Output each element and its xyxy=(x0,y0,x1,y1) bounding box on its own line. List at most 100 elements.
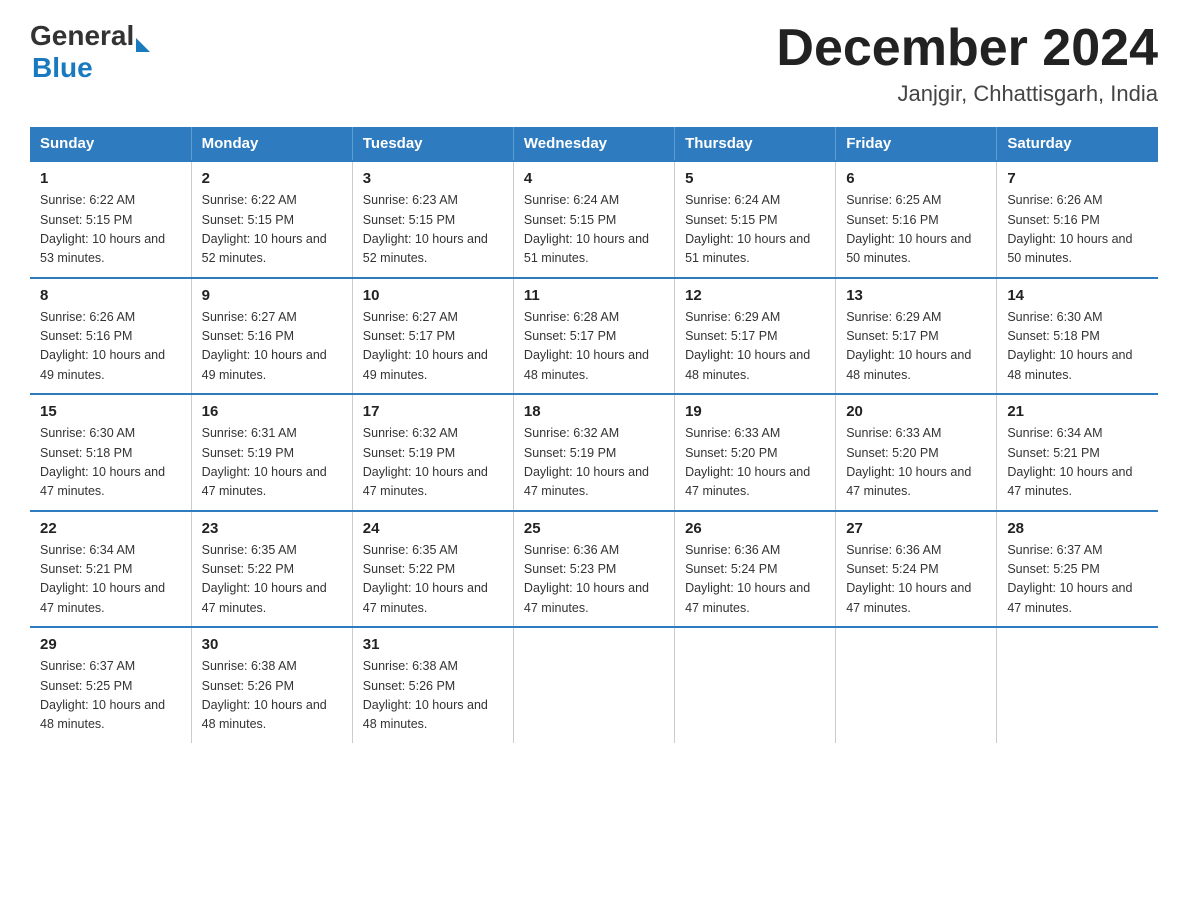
day-number: 10 xyxy=(363,287,503,304)
day-info: Sunrise: 6:30 AMSunset: 5:18 PMDaylight:… xyxy=(1007,308,1148,386)
title-section: December 2024 Janjgir, Chhattisgarh, Ind… xyxy=(776,20,1158,107)
day-info: Sunrise: 6:33 AMSunset: 5:20 PMDaylight:… xyxy=(846,424,986,502)
day-info: Sunrise: 6:27 AMSunset: 5:16 PMDaylight:… xyxy=(202,308,342,386)
calendar-cell: 14 Sunrise: 6:30 AMSunset: 5:18 PMDaylig… xyxy=(997,278,1158,395)
day-number: 4 xyxy=(524,170,664,187)
calendar-cell: 17 Sunrise: 6:32 AMSunset: 5:19 PMDaylig… xyxy=(352,394,513,511)
day-number: 27 xyxy=(846,520,986,537)
day-number: 2 xyxy=(202,170,342,187)
logo-triangle-icon xyxy=(136,38,150,52)
weekday-header-row: SundayMondayTuesdayWednesdayThursdayFrid… xyxy=(30,127,1158,161)
calendar-cell: 31 Sunrise: 6:38 AMSunset: 5:26 PMDaylig… xyxy=(352,627,513,743)
calendar-cell: 27 Sunrise: 6:36 AMSunset: 5:24 PMDaylig… xyxy=(836,511,997,628)
day-info: Sunrise: 6:28 AMSunset: 5:17 PMDaylight:… xyxy=(524,308,664,386)
day-info: Sunrise: 6:24 AMSunset: 5:15 PMDaylight:… xyxy=(685,191,825,269)
day-info: Sunrise: 6:25 AMSunset: 5:16 PMDaylight:… xyxy=(846,191,986,269)
calendar-cell: 5 Sunrise: 6:24 AMSunset: 5:15 PMDayligh… xyxy=(675,161,836,278)
calendar-week-row: 22 Sunrise: 6:34 AMSunset: 5:21 PMDaylig… xyxy=(30,511,1158,628)
calendar-cell: 2 Sunrise: 6:22 AMSunset: 5:15 PMDayligh… xyxy=(191,161,352,278)
location-subtitle: Janjgir, Chhattisgarh, India xyxy=(776,81,1158,107)
day-number: 8 xyxy=(40,287,181,304)
day-info: Sunrise: 6:24 AMSunset: 5:15 PMDaylight:… xyxy=(524,191,664,269)
day-info: Sunrise: 6:32 AMSunset: 5:19 PMDaylight:… xyxy=(524,424,664,502)
day-info: Sunrise: 6:34 AMSunset: 5:21 PMDaylight:… xyxy=(1007,424,1148,502)
calendar-week-row: 8 Sunrise: 6:26 AMSunset: 5:16 PMDayligh… xyxy=(30,278,1158,395)
day-number: 15 xyxy=(40,403,181,420)
day-number: 13 xyxy=(846,287,986,304)
calendar-cell: 15 Sunrise: 6:30 AMSunset: 5:18 PMDaylig… xyxy=(30,394,191,511)
calendar-cell: 1 Sunrise: 6:22 AMSunset: 5:15 PMDayligh… xyxy=(30,161,191,278)
day-info: Sunrise: 6:36 AMSunset: 5:24 PMDaylight:… xyxy=(846,541,986,619)
calendar-cell xyxy=(836,627,997,743)
weekday-header-monday: Monday xyxy=(191,127,352,161)
day-number: 25 xyxy=(524,520,664,537)
day-number: 1 xyxy=(40,170,181,187)
day-number: 30 xyxy=(202,636,342,653)
logo-blue-text: Blue xyxy=(32,52,150,84)
page-header: General Blue December 2024 Janjgir, Chha… xyxy=(30,20,1158,107)
day-number: 6 xyxy=(846,170,986,187)
calendar-cell: 19 Sunrise: 6:33 AMSunset: 5:20 PMDaylig… xyxy=(675,394,836,511)
calendar-cell: 28 Sunrise: 6:37 AMSunset: 5:25 PMDaylig… xyxy=(997,511,1158,628)
day-info: Sunrise: 6:26 AMSunset: 5:16 PMDaylight:… xyxy=(1007,191,1148,269)
logo: General Blue xyxy=(30,20,150,84)
calendar-week-row: 29 Sunrise: 6:37 AMSunset: 5:25 PMDaylig… xyxy=(30,627,1158,743)
day-info: Sunrise: 6:34 AMSunset: 5:21 PMDaylight:… xyxy=(40,541,181,619)
day-info: Sunrise: 6:29 AMSunset: 5:17 PMDaylight:… xyxy=(846,308,986,386)
calendar-cell: 13 Sunrise: 6:29 AMSunset: 5:17 PMDaylig… xyxy=(836,278,997,395)
calendar-cell xyxy=(675,627,836,743)
calendar-cell: 21 Sunrise: 6:34 AMSunset: 5:21 PMDaylig… xyxy=(997,394,1158,511)
logo-general-text: General xyxy=(30,20,134,52)
calendar-cell: 30 Sunrise: 6:38 AMSunset: 5:26 PMDaylig… xyxy=(191,627,352,743)
day-number: 3 xyxy=(363,170,503,187)
calendar-cell: 9 Sunrise: 6:27 AMSunset: 5:16 PMDayligh… xyxy=(191,278,352,395)
day-number: 28 xyxy=(1007,520,1148,537)
day-info: Sunrise: 6:36 AMSunset: 5:23 PMDaylight:… xyxy=(524,541,664,619)
weekday-header-tuesday: Tuesday xyxy=(352,127,513,161)
calendar-week-row: 15 Sunrise: 6:30 AMSunset: 5:18 PMDaylig… xyxy=(30,394,1158,511)
calendar-cell: 6 Sunrise: 6:25 AMSunset: 5:16 PMDayligh… xyxy=(836,161,997,278)
day-info: Sunrise: 6:33 AMSunset: 5:20 PMDaylight:… xyxy=(685,424,825,502)
day-number: 17 xyxy=(363,403,503,420)
calendar-cell: 3 Sunrise: 6:23 AMSunset: 5:15 PMDayligh… xyxy=(352,161,513,278)
calendar-cell: 18 Sunrise: 6:32 AMSunset: 5:19 PMDaylig… xyxy=(513,394,674,511)
calendar-cell xyxy=(513,627,674,743)
day-info: Sunrise: 6:38 AMSunset: 5:26 PMDaylight:… xyxy=(202,657,342,735)
day-number: 21 xyxy=(1007,403,1148,420)
day-info: Sunrise: 6:37 AMSunset: 5:25 PMDaylight:… xyxy=(40,657,181,735)
calendar-cell: 4 Sunrise: 6:24 AMSunset: 5:15 PMDayligh… xyxy=(513,161,674,278)
calendar-cell: 22 Sunrise: 6:34 AMSunset: 5:21 PMDaylig… xyxy=(30,511,191,628)
weekday-header-saturday: Saturday xyxy=(997,127,1158,161)
day-number: 23 xyxy=(202,520,342,537)
calendar-cell: 12 Sunrise: 6:29 AMSunset: 5:17 PMDaylig… xyxy=(675,278,836,395)
day-number: 24 xyxy=(363,520,503,537)
calendar-table: SundayMondayTuesdayWednesdayThursdayFrid… xyxy=(30,127,1158,743)
day-info: Sunrise: 6:29 AMSunset: 5:17 PMDaylight:… xyxy=(685,308,825,386)
weekday-header-sunday: Sunday xyxy=(30,127,191,161)
day-number: 29 xyxy=(40,636,181,653)
day-number: 9 xyxy=(202,287,342,304)
day-info: Sunrise: 6:26 AMSunset: 5:16 PMDaylight:… xyxy=(40,308,181,386)
day-number: 5 xyxy=(685,170,825,187)
day-number: 7 xyxy=(1007,170,1148,187)
day-info: Sunrise: 6:22 AMSunset: 5:15 PMDaylight:… xyxy=(202,191,342,269)
day-number: 22 xyxy=(40,520,181,537)
calendar-cell: 11 Sunrise: 6:28 AMSunset: 5:17 PMDaylig… xyxy=(513,278,674,395)
calendar-week-row: 1 Sunrise: 6:22 AMSunset: 5:15 PMDayligh… xyxy=(30,161,1158,278)
day-number: 12 xyxy=(685,287,825,304)
day-number: 16 xyxy=(202,403,342,420)
calendar-cell: 7 Sunrise: 6:26 AMSunset: 5:16 PMDayligh… xyxy=(997,161,1158,278)
day-info: Sunrise: 6:22 AMSunset: 5:15 PMDaylight:… xyxy=(40,191,181,269)
calendar-cell: 20 Sunrise: 6:33 AMSunset: 5:20 PMDaylig… xyxy=(836,394,997,511)
day-info: Sunrise: 6:32 AMSunset: 5:19 PMDaylight:… xyxy=(363,424,503,502)
weekday-header-wednesday: Wednesday xyxy=(513,127,674,161)
day-info: Sunrise: 6:27 AMSunset: 5:17 PMDaylight:… xyxy=(363,308,503,386)
day-info: Sunrise: 6:23 AMSunset: 5:15 PMDaylight:… xyxy=(363,191,503,269)
month-title: December 2024 xyxy=(776,20,1158,77)
day-number: 14 xyxy=(1007,287,1148,304)
day-number: 31 xyxy=(363,636,503,653)
day-number: 18 xyxy=(524,403,664,420)
day-info: Sunrise: 6:31 AMSunset: 5:19 PMDaylight:… xyxy=(202,424,342,502)
day-number: 20 xyxy=(846,403,986,420)
weekday-header-friday: Friday xyxy=(836,127,997,161)
